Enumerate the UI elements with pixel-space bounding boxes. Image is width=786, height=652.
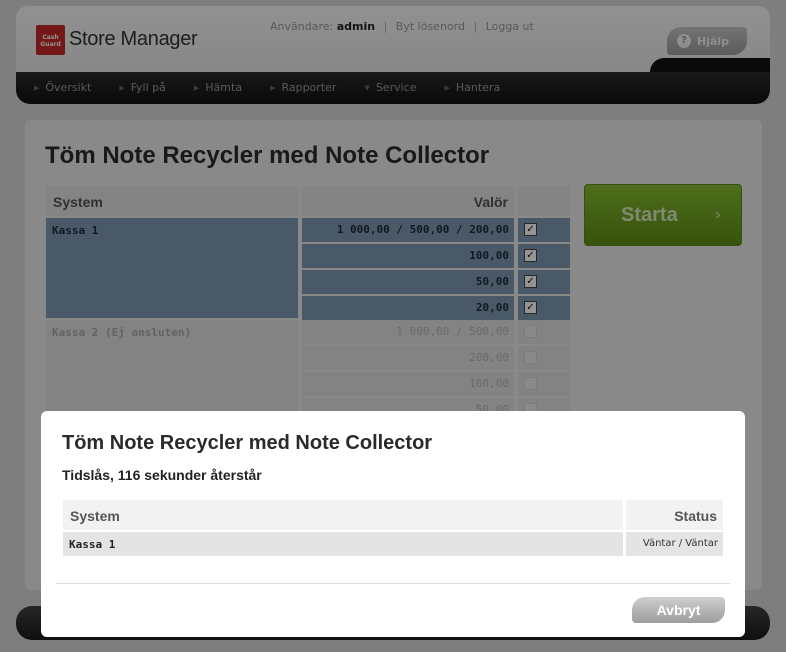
- dialog-column-header-status: Status: [626, 500, 723, 530]
- dialog-row-system: Kassa 1: [63, 532, 623, 556]
- divider: [56, 583, 730, 584]
- dialog-title: Töm Note Recycler med Note Collector: [62, 432, 433, 454]
- dialog-countdown: Tidslås, 116 sekunder återstår: [62, 467, 262, 483]
- progress-dialog: Töm Note Recycler med Note Collector Tid…: [41, 411, 745, 637]
- dialog-row-status: Väntar / Väntar: [626, 532, 723, 556]
- cancel-button[interactable]: Avbryt: [632, 597, 725, 623]
- dialog-column-header-system: System: [63, 500, 623, 530]
